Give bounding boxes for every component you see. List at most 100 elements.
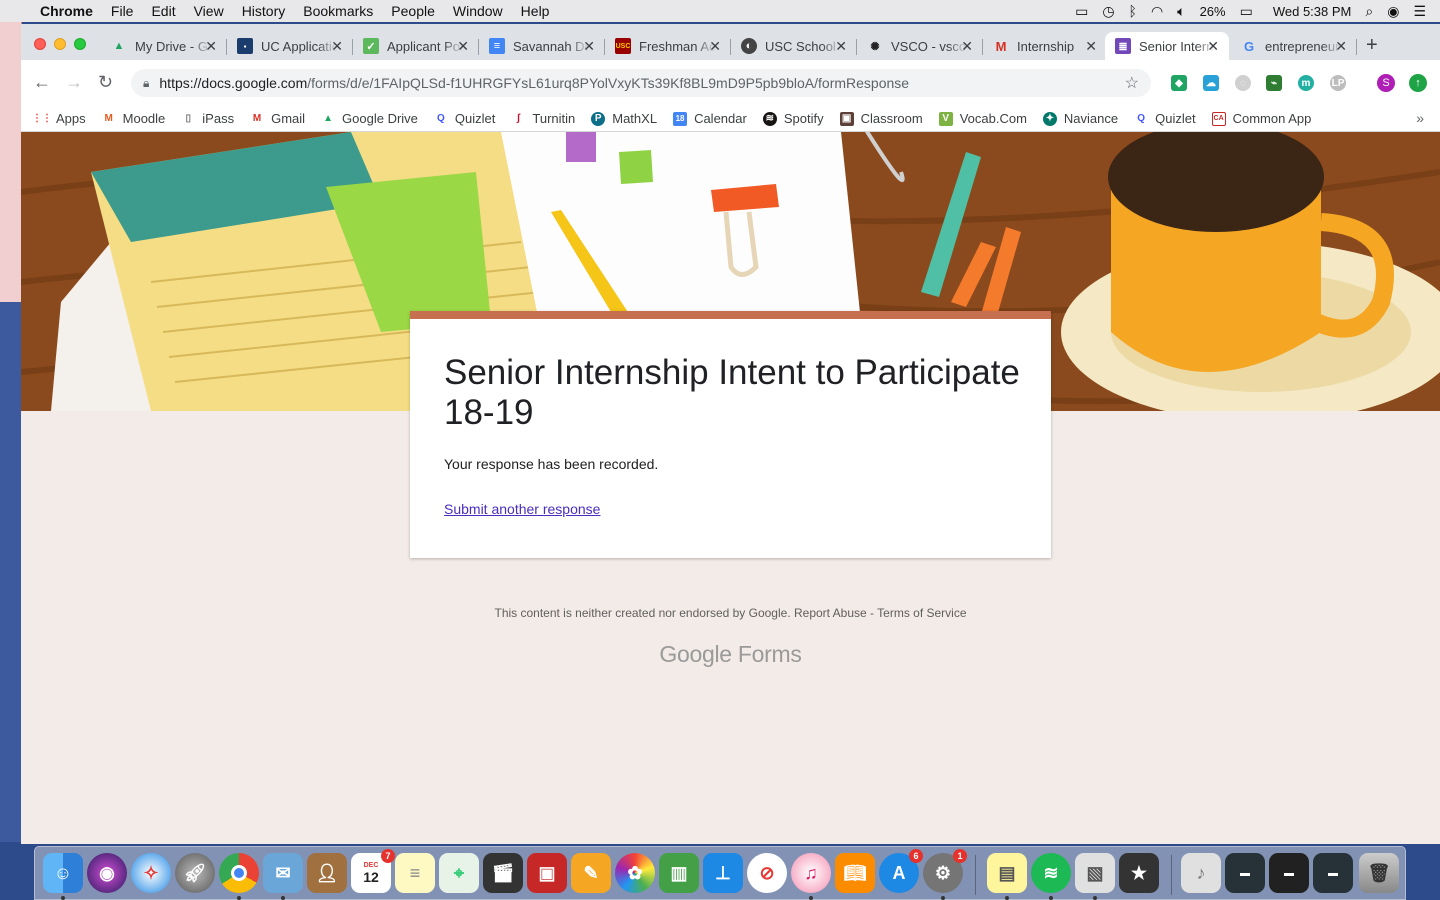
photos-icon[interactable]: ✿ [615, 853, 655, 893]
wifi-icon[interactable]: ◠ [1151, 3, 1163, 20]
menu-app-name[interactable]: Chrome [40, 3, 102, 19]
back-arrow-icon[interactable]: ← [33, 72, 51, 93]
menu-people[interactable]: People [382, 3, 444, 19]
tab-close-icon[interactable]: ✕ [583, 38, 595, 55]
menu-help[interactable]: Help [512, 3, 559, 19]
bookmark-ipass[interactable]: ▯ iPass [181, 111, 235, 126]
siri-icon[interactable]: ◉ [1387, 3, 1399, 20]
reload-icon[interactable]: ↻ [98, 72, 113, 93]
system-preferences-icon[interactable]: ⚙ 1 [923, 849, 967, 893]
classroom-extension-icon[interactable]: ◆ [1171, 75, 1187, 91]
window-minimize-button[interactable] [54, 38, 66, 50]
finder-icon[interactable]: ☺ [43, 853, 83, 893]
bookmark-gmail[interactable]: M Gmail [250, 111, 305, 126]
bookmark-quizlet[interactable]: Q Quizlet [434, 111, 495, 126]
bookmark-naviance[interactable]: ✦ Naviance [1042, 111, 1118, 126]
bookmark-quizlet-2[interactable]: Q Quizlet [1134, 111, 1195, 126]
bookmark-mathxl[interactable]: P MathXL [591, 111, 657, 126]
mail-icon[interactable]: ✉ [263, 853, 303, 893]
battery-icon[interactable]: ▭ [1240, 3, 1253, 20]
preview-icon[interactable]: ▧ [1075, 853, 1115, 893]
window-close-button[interactable] [34, 38, 46, 50]
profile-avatar[interactable]: S [1377, 74, 1395, 92]
bookmark-spotify[interactable]: ≋ Spotify [762, 111, 824, 126]
itunes-icon[interactable]: ♫ [791, 853, 831, 893]
tab-internship[interactable]: M Internship ✕ [983, 32, 1107, 60]
tab-usc-school[interactable]: ◐ USC School ✕ [731, 32, 857, 60]
tab-my-drive[interactable]: ▲ My Drive - Google Drive ✕ [101, 32, 227, 60]
numbers-icon[interactable]: ▥ [659, 853, 699, 893]
tab-close-icon[interactable]: ✕ [1335, 38, 1347, 55]
keynote-icon[interactable]: ⊥ [703, 853, 743, 893]
tab-close-icon[interactable]: ✕ [1207, 38, 1219, 55]
menu-history[interactable]: History [233, 3, 295, 19]
pages-icon[interactable]: ✎ [571, 853, 611, 893]
bookmark-apps[interactable]: ⋮⋮ Apps [32, 111, 86, 126]
submit-another-response-link[interactable]: Submit another response [444, 501, 600, 517]
safari-icon[interactable]: ✧ [131, 853, 171, 893]
ghostery-extension-icon[interactable]: ◌ [1235, 75, 1251, 91]
imovie-icon[interactable]: ★ [1119, 853, 1159, 893]
calendar-app-icon[interactable]: DEC 12 7 [351, 849, 395, 893]
tab-vsco[interactable]: ✺ VSCO - vsco ✕ [857, 32, 983, 60]
bookmark-vocab[interactable]: V Vocab.Com [938, 111, 1027, 126]
menu-view[interactable]: View [185, 3, 233, 19]
minimized-window-icon[interactable]: ▬ [1313, 853, 1353, 893]
menu-window[interactable]: Window [444, 3, 512, 19]
bookmark-star-icon[interactable]: ☆ [1125, 73, 1139, 93]
tab-close-icon[interactable]: ✕ [835, 38, 847, 55]
tab-close-icon[interactable]: ✕ [1085, 38, 1097, 55]
news-icon[interactable]: ⊘ [747, 853, 787, 893]
address-bar[interactable]: 🔒︎ https://docs.google.com/forms/d/e/1FA… [131, 69, 1151, 97]
tab-senior-internship[interactable]: ≣ Senior Internship ✕ [1105, 32, 1229, 60]
battery-percent[interactable]: 26% [1200, 4, 1226, 19]
new-tab-button[interactable]: + [1366, 34, 1378, 57]
volume-icon[interactable]: 🔈︎ [1177, 3, 1185, 20]
stickies-icon[interactable]: ▤ [987, 853, 1027, 893]
siri-icon[interactable]: ◉ [87, 853, 127, 893]
tab-freshman[interactable]: USC Freshman Admission ✕ [605, 32, 731, 60]
tab-close-icon[interactable]: ✕ [709, 38, 721, 55]
app-store-icon[interactable]: A6 [879, 849, 923, 893]
books-icon[interactable]: 📖︎ [835, 853, 875, 893]
photo-booth-icon[interactable]: ▣ [527, 853, 567, 893]
spotify-icon[interactable]: ≋ [1031, 853, 1071, 893]
menu-bookmarks[interactable]: Bookmarks [294, 3, 382, 19]
google-forms-logo[interactable]: Google Forms [21, 641, 1440, 668]
lock-icon[interactable]: 🔒︎ [143, 76, 149, 91]
bookmark-calendar[interactable]: 18 Calendar [673, 111, 747, 126]
airplay-icon[interactable]: ▭ [1075, 3, 1088, 20]
maps-icon[interactable]: ⌖ [439, 853, 479, 893]
time-machine-icon[interactable]: ◷ [1102, 3, 1114, 20]
notification-center-icon[interactable]: ☰ [1413, 3, 1426, 20]
minimized-window-icon[interactable]: ▬ [1269, 853, 1309, 893]
notes-icon[interactable]: ≡ [395, 853, 435, 893]
window-fullscreen-button[interactable] [74, 38, 86, 50]
launchpad-icon[interactable]: 🚀︎ [175, 853, 215, 893]
bluetooth-icon[interactable]: ᛒ [1129, 3, 1137, 19]
menu-edit[interactable]: Edit [142, 3, 184, 19]
menu-clock[interactable]: Wed 5:38 PM [1273, 4, 1352, 19]
lastpass-extension-icon[interactable]: LP [1330, 75, 1346, 91]
tab-entrepreneur[interactable]: G entrepreneur ✕ [1231, 32, 1357, 60]
tab-close-icon[interactable]: ✕ [961, 38, 973, 55]
bookmark-classroom[interactable]: ▣ Classroom [839, 111, 923, 126]
tab-close-icon[interactable]: ✕ [457, 38, 469, 55]
tab-savannah[interactable]: ≡ Savannah Docs ✕ [479, 32, 605, 60]
update-arrow-icon[interactable]: ↑ [1409, 74, 1427, 92]
bookmark-moodle[interactable]: M Moodle [102, 111, 165, 126]
forward-arrow-icon[interactable]: → [65, 72, 83, 93]
chrome-icon[interactable] [219, 853, 259, 893]
mote-extension-icon[interactable]: m [1298, 75, 1314, 91]
cast-extension-icon[interactable]: ⌁ [1266, 75, 1282, 91]
tab-close-icon[interactable]: ✕ [205, 38, 217, 55]
tab-applicant[interactable]: ✓ Applicant Portal ✕ [353, 32, 479, 60]
music-folder-icon[interactable]: ♪ [1181, 853, 1221, 893]
final-cut-icon[interactable]: 🎬︎ [483, 853, 523, 893]
footer-disclaimer[interactable]: This content is neither created nor endo… [21, 606, 1440, 620]
contacts-icon[interactable]: 👤︎ [307, 853, 347, 893]
bookmarks-overflow-icon[interactable]: » [1416, 110, 1424, 126]
tab-uc-application[interactable]: ▪ UC Application ✕ [227, 32, 353, 60]
bookmark-common-app[interactable]: CA Common App [1211, 111, 1311, 126]
menu-file[interactable]: File [102, 3, 143, 19]
